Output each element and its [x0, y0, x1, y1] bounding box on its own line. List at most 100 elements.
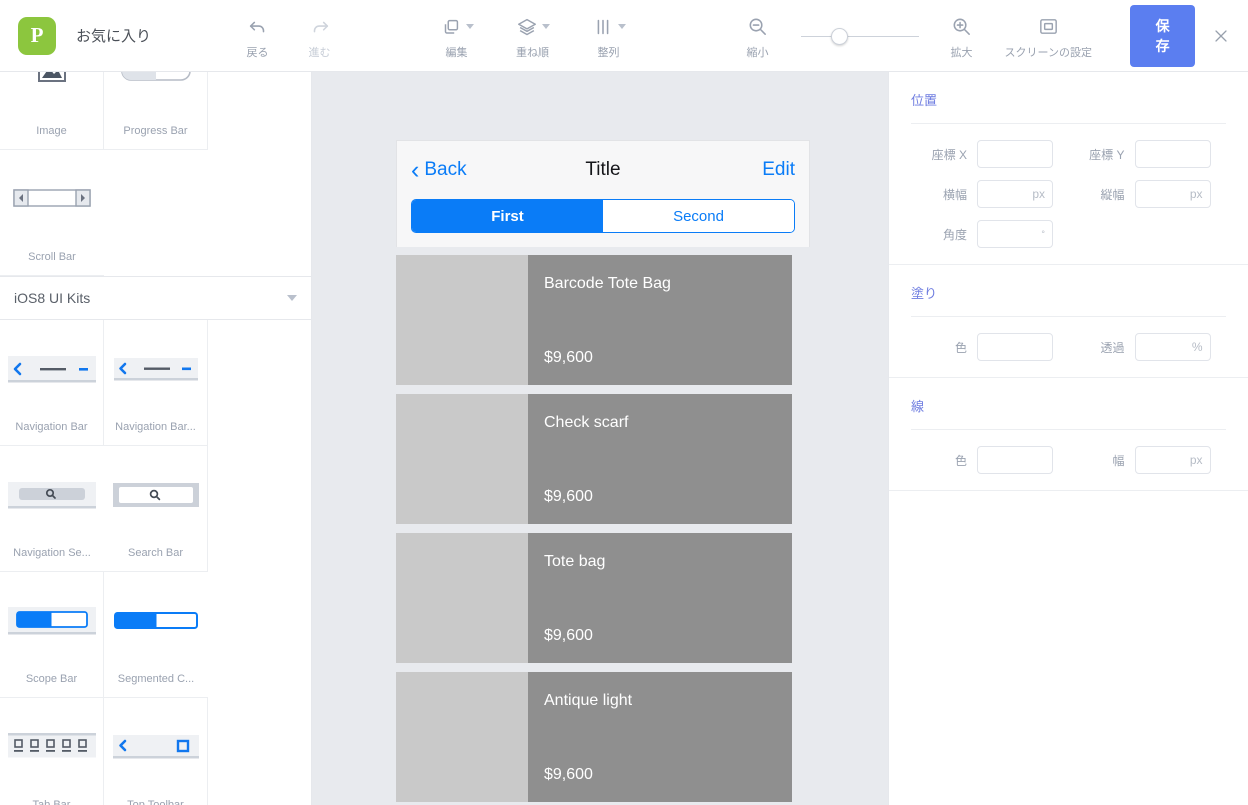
zoom-slider-knob[interactable]: [830, 27, 848, 45]
fill-opacity-input-wrap[interactable]: %: [1134, 333, 1211, 361]
kit-selector[interactable]: iOS8 UI Kits: [0, 276, 311, 320]
angle-label: 角度: [942, 227, 967, 242]
screen-artboard[interactable]: ‹ Back Title Edit First Second Barcode T…: [396, 140, 810, 805]
sidebar-item-label: Navigation Bar...: [115, 421, 196, 433]
fill-color-input-wrap[interactable]: [977, 333, 1053, 361]
nav-edit-button[interactable]: Edit: [762, 159, 795, 181]
position-section: 位置 座標 X 座標 Y 横幅 px 縦幅 px 角度 °: [889, 72, 1248, 265]
height-input-wrap[interactable]: px: [1134, 180, 1211, 208]
nav-row: ‹ Back Title Edit: [397, 141, 809, 199]
progress-bar-thumb: [112, 72, 200, 112]
product-card-body: Check scarf $9,600: [528, 394, 792, 524]
undo-button[interactable]: 戻る: [227, 6, 289, 66]
coord-y-input-wrap[interactable]: [1134, 140, 1211, 168]
redo-button[interactable]: 進む: [289, 6, 351, 66]
stroke-color-input[interactable]: [978, 447, 1052, 473]
search-bar-icon: [112, 483, 199, 507]
position-section-title: 位置: [911, 93, 938, 108]
stroke-section-title: 線: [911, 399, 925, 414]
coordinate-row: 座標 X 座標 Y: [911, 140, 1226, 168]
sidebar-item-label: Segmented C...: [117, 673, 195, 685]
sidebar-item-progress-bar[interactable]: Progress Bar: [104, 72, 208, 150]
zoom-out-button[interactable]: 縮小: [727, 6, 789, 66]
layer-order-menu-label: 重ね順: [516, 46, 550, 59]
component-sidebar[interactable]: Image Progress Bar Scroll Bar iOS8 UI Ki…: [0, 72, 312, 805]
layer-order-menu-button[interactable]: 重ね順: [495, 6, 571, 66]
product-card[interactable]: Tote bag $9,600: [396, 533, 792, 663]
sidebar-item-navigation-bar-alt[interactable]: Navigation Bar...: [104, 320, 208, 446]
design-canvas[interactable]: ‹ Back Title Edit First Second Barcode T…: [312, 72, 888, 805]
height-input[interactable]: [1135, 181, 1210, 207]
app-logo-letter: P: [30, 23, 44, 47]
sidebar-item-scroll-bar[interactable]: Scroll Bar: [0, 150, 104, 276]
save-button[interactable]: 保存: [1130, 4, 1196, 67]
scope-bar-thumb: [7, 582, 96, 660]
zoom-slider[interactable]: [800, 25, 919, 47]
scope-bar-icon: [7, 607, 96, 635]
divider: [911, 316, 1226, 317]
sidebar-item-image[interactable]: Image: [0, 72, 104, 150]
width-input-wrap[interactable]: px: [977, 180, 1053, 208]
fill-section-title: 塗り: [911, 286, 938, 301]
project-title: お気に入り: [76, 28, 152, 45]
product-card[interactable]: Barcode Tote Bag $9,600: [396, 255, 792, 385]
product-price: $9,600: [544, 488, 593, 505]
sidebar-item-top-toolbar[interactable]: Top Toolbar: [104, 698, 208, 805]
stroke-width-input[interactable]: [1135, 447, 1210, 473]
navigation-bar-alt-icon: [113, 358, 198, 381]
coord-y-input[interactable]: [1135, 141, 1210, 167]
duplicate-icon: [440, 12, 474, 42]
chevron-down-icon: [541, 24, 550, 29]
product-card-body: Barcode Tote Bag $9,600: [528, 255, 792, 385]
navigation-bar-icon: [7, 356, 96, 383]
width-input[interactable]: [978, 181, 1052, 207]
navigation-bar-alt-thumb: [112, 330, 200, 408]
sidebar-item-label: Search Bar: [127, 547, 184, 559]
sidebar-item-label: Scope Bar: [25, 673, 78, 685]
kit-component-grid: Navigation Bar Navigation Bar... Navigat…: [0, 320, 311, 805]
properties-panel[interactable]: 位置 座標 X 座標 Y 横幅 px 縦幅 px 角度 ° 塗り 色 透過 % …: [888, 72, 1248, 805]
zoom-in-button[interactable]: 拡大: [931, 6, 993, 66]
close-button[interactable]: [1209, 21, 1232, 51]
sidebar-item-navigation-search[interactable]: Navigation Se...: [0, 446, 104, 572]
object-tool-group: 編集 重ね順 整列: [419, 6, 647, 66]
segment-first[interactable]: First: [412, 200, 603, 232]
product-card[interactable]: Check scarf $9,600: [396, 394, 792, 524]
segmented-control[interactable]: First Second: [411, 199, 795, 233]
app-root: P お気に入り 戻る 進む 編集 重ね順 整列 縮小 拡大 スクリーンの設定 保…: [0, 0, 1248, 805]
product-card[interactable]: Antique light $9,600: [396, 672, 792, 802]
angle-input[interactable]: [978, 221, 1052, 247]
sidebar-item-segmented-control[interactable]: Segmented C...: [104, 572, 208, 698]
stroke-color-field: 色: [911, 446, 1069, 474]
align-menu-label: 整列: [597, 46, 620, 59]
screen-settings-button[interactable]: スクリーンの設定: [993, 6, 1104, 66]
product-name: Tote bag: [544, 553, 606, 570]
align-menu-button[interactable]: 整列: [571, 6, 647, 66]
coord-x-input[interactable]: [978, 141, 1052, 167]
stroke-color-input-wrap[interactable]: [977, 446, 1053, 474]
sidebar-item-tab-bar[interactable]: Tab Bar: [0, 698, 104, 805]
history-tool-group: 戻る 進む: [227, 6, 351, 66]
coord-x-input-wrap[interactable]: [977, 140, 1053, 168]
tab-bar-icon: [7, 733, 96, 758]
sidebar-item-search-bar[interactable]: Search Bar: [104, 446, 208, 572]
edit-menu-button[interactable]: 編集: [419, 6, 495, 66]
fill-color-input[interactable]: [978, 334, 1052, 360]
angle-input-wrap[interactable]: °: [977, 220, 1053, 248]
nav-back-button[interactable]: ‹ Back: [411, 157, 467, 183]
product-image-placeholder: [396, 672, 528, 802]
stroke-color-label: 色: [954, 453, 967, 468]
zoom-out-label: 縮小: [746, 46, 769, 59]
sidebar-item-scope-bar[interactable]: Scope Bar: [0, 572, 104, 698]
segment-second[interactable]: Second: [603, 200, 794, 232]
navigation-search-thumb: [8, 456, 96, 534]
sidebar-top-row: Image Progress Bar Scroll Bar: [0, 72, 311, 276]
stroke-width-input-wrap[interactable]: px: [1134, 446, 1211, 474]
zoom-in-label: 拡大: [950, 46, 973, 59]
top-toolbar-thumb: [112, 708, 200, 786]
fill-section: 塗り 色 透過 %: [889, 265, 1248, 378]
sidebar-item-navigation-bar[interactable]: Navigation Bar: [0, 320, 104, 446]
product-name: Barcode Tote Bag: [544, 275, 671, 292]
fill-opacity-input[interactable]: [1135, 334, 1210, 360]
product-price: $9,600: [544, 627, 593, 644]
